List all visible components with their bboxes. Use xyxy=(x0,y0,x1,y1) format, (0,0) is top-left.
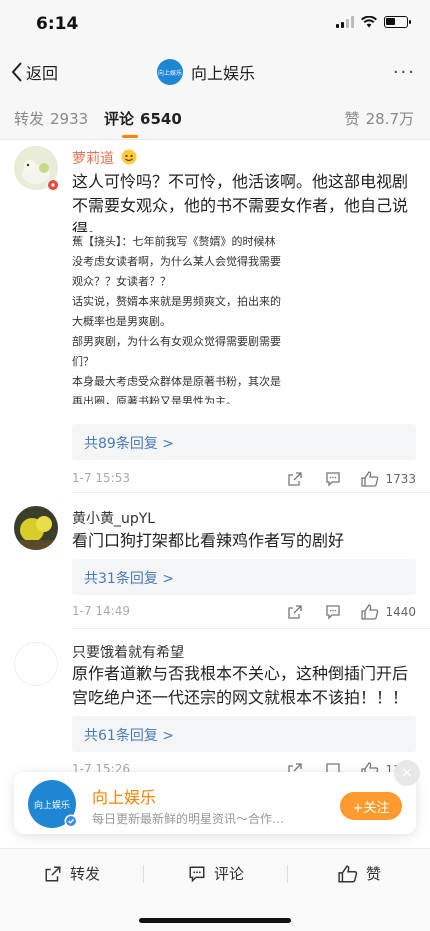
follow-card-title: 向上娱乐 xyxy=(92,788,157,807)
thumbs-up-icon xyxy=(361,604,379,620)
comment-button[interactable]: 评论 xyxy=(188,863,244,884)
battery-level xyxy=(386,18,395,25)
quote-line: 大概率也是男爽剧。 xyxy=(72,315,171,328)
comment-meta: 1-7 14:49 1440 xyxy=(72,604,416,622)
chevron-left-icon xyxy=(11,62,22,82)
tab-like-count: 28.7万 xyxy=(365,110,414,128)
tab-comment-label: 评论 xyxy=(104,110,135,128)
share-button[interactable] xyxy=(287,604,303,620)
quote-line: 蕉【挠头】：七年前我写《赘婿》的时候林 xyxy=(72,235,276,248)
thumbs-up-icon xyxy=(361,471,379,487)
reply-button[interactable] xyxy=(325,604,341,620)
quote-line: 们？ xyxy=(72,355,94,368)
quote-line: 再出圈，原著书粉又是男性为主。 xyxy=(72,395,237,404)
replies-link[interactable]: 共31条回复 > xyxy=(72,559,416,595)
divider xyxy=(72,628,430,629)
tab-like-label: 赞 xyxy=(344,110,360,128)
page-title: 向上娱乐 xyxy=(191,64,256,83)
reply-button[interactable] xyxy=(325,471,341,487)
divider xyxy=(287,865,288,883)
comment-username[interactable]: 萝莉道 xyxy=(72,148,114,168)
comment-item: 萝莉道 这人可怜吗？不可怜，他活该啊。他这部电视剧不需要女观众，他的书不需要女作… xyxy=(0,140,430,500)
share-icon xyxy=(288,605,303,619)
quoted-text-image[interactable]: 蕉【挠头】：七年前我写《赘婿》的时候林 没考虑女读者啊，为什么某人会觉得我需要 … xyxy=(72,232,304,404)
comment-meta: 1-7 15:53 1733 xyxy=(72,471,416,489)
quote-line: 本身最大考虑受众群体是原著书粉，其次是 xyxy=(72,375,281,388)
replies-link[interactable]: 共61条回复 > xyxy=(72,716,416,752)
comment-username[interactable]: 只要饿着就有希望 xyxy=(72,642,184,662)
comment-item: 只要饿着就有希望 原作者道歉与否我根本不关心，这种倒插门开后宫吃绝户还一代还宗的… xyxy=(0,636,430,778)
forward-label: 转发 xyxy=(70,865,101,883)
avatar[interactable] xyxy=(14,506,58,550)
comment-icon xyxy=(326,472,341,487)
comment-actions: 1733 xyxy=(287,471,416,487)
tab-forward[interactable]: 转发 2933 xyxy=(14,108,88,129)
emoji-icon xyxy=(121,149,137,165)
share-icon xyxy=(45,866,61,881)
comment-time: 1-7 14:49 xyxy=(72,604,130,618)
comment-text: 原作者道歉与否我根本不关心，这种倒插门开后宫吃绝户还一代还宗的网文就根本不该拍！… xyxy=(72,664,409,707)
like-button[interactable]: 1440 xyxy=(361,604,416,620)
divider xyxy=(72,492,430,493)
status-time: 6:14 xyxy=(36,14,79,34)
replies-link[interactable]: 共89条回复 > xyxy=(72,424,416,460)
comment-time: 1-7 15:53 xyxy=(72,471,130,485)
more-icon[interactable]: ··· xyxy=(393,62,416,83)
verified-badge-icon xyxy=(46,178,60,192)
tab-comment-count: 6540 xyxy=(140,110,182,128)
signal-icon xyxy=(336,16,354,28)
tab-comment[interactable]: 评论 6540 xyxy=(104,108,182,138)
avatar-image xyxy=(14,506,58,550)
account-logo: 向上娱乐 xyxy=(157,59,183,85)
like-button[interactable]: 1733 xyxy=(361,471,416,487)
quote-line: 话实说，赘婿本来就是男频爽文，拍出来的 xyxy=(72,295,281,308)
tab-forward-label: 转发 xyxy=(14,110,45,128)
thumbs-up-icon xyxy=(338,864,358,882)
verified-badge-icon xyxy=(64,814,78,828)
comment-icon xyxy=(189,866,205,883)
tab-bar: 转发 2933 评论 6540 赞 28.7万 xyxy=(0,96,430,140)
like-button[interactable]: 赞 xyxy=(338,863,381,884)
battery-icon xyxy=(384,16,411,28)
status-bar: 6:14 xyxy=(0,0,430,50)
comment-item: 黄小黄_upYL 看门口狗打架都比看辣鸡作者写的剧好 共31条回复 > 1-7 … xyxy=(0,500,430,630)
comment-icon xyxy=(326,605,341,620)
quote-line: 没考虑女读者啊，为什么某人会觉得我需要 xyxy=(72,255,281,268)
tab-like[interactable]: 赞 28.7万 xyxy=(345,108,414,129)
comment-text: 看门口狗打架都比看辣鸡作者写的剧好 xyxy=(72,531,345,550)
close-icon[interactable]: × xyxy=(394,760,420,786)
home-indicator xyxy=(139,918,291,923)
follow-card[interactable]: 向上娱乐 向上娱乐 每日更新最新鲜的明星资讯～合作… +关注 × xyxy=(14,760,420,834)
status-icons xyxy=(336,16,411,28)
wifi-icon xyxy=(361,16,377,28)
follow-button[interactable]: +关注 xyxy=(340,792,402,820)
nav-bar: 返回 向上娱乐 向上娱乐 ··· xyxy=(0,50,430,96)
tab-active-indicator xyxy=(122,135,138,138)
back-button[interactable]: 返回 xyxy=(10,60,58,84)
comment-username[interactable]: 黄小黄_upYL xyxy=(72,508,155,528)
nav-account[interactable]: 向上娱乐 向上娱乐 xyxy=(157,59,255,85)
share-icon xyxy=(288,472,303,486)
comment-actions: 1440 xyxy=(287,604,416,620)
share-button[interactable] xyxy=(287,471,303,487)
avatar[interactable] xyxy=(14,642,58,686)
like-label: 赞 xyxy=(366,865,382,883)
follow-card-subtitle: 每日更新最新鲜的明星资讯～合作… xyxy=(92,812,285,826)
forward-button[interactable]: 转发 xyxy=(44,863,100,884)
back-label: 返回 xyxy=(26,64,59,83)
like-count: 1440 xyxy=(385,605,416,619)
tab-forward-count: 2933 xyxy=(50,110,89,128)
quote-line: 观众？？女读者？？ xyxy=(72,275,171,288)
divider xyxy=(143,865,144,883)
comment-label: 评论 xyxy=(214,865,245,883)
like-count: 1733 xyxy=(385,472,416,486)
quote-line: 部男爽剧，为什么有女观众觉得需要剧需要 xyxy=(72,335,281,348)
